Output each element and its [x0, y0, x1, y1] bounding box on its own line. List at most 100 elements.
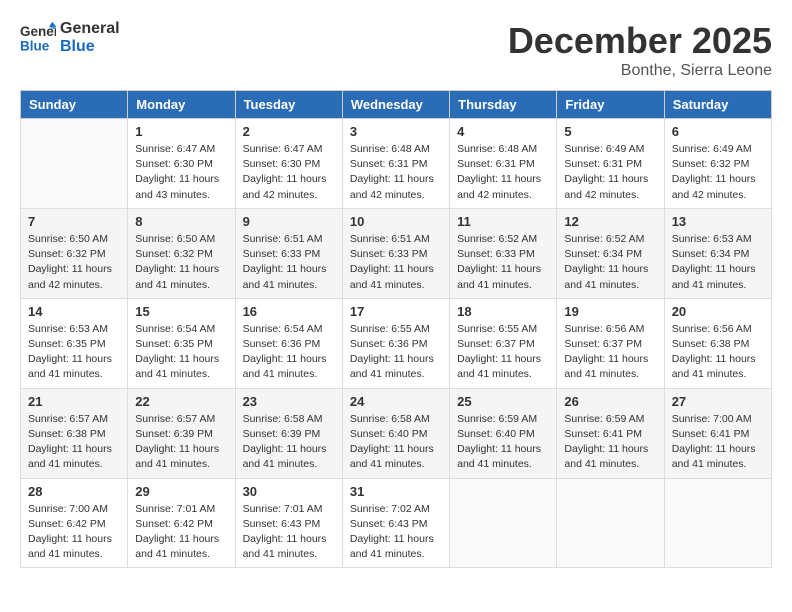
day-info: Sunrise: 6:50 AM Sunset: 6:32 PM Dayligh… — [135, 232, 227, 293]
day-number: 27 — [672, 394, 764, 409]
logo-general: General — [60, 20, 120, 38]
day-number: 14 — [28, 304, 120, 319]
header-saturday: Saturday — [664, 91, 771, 119]
day-info: Sunrise: 7:00 AM Sunset: 6:41 PM Dayligh… — [672, 412, 764, 473]
day-info: Sunrise: 6:54 AM Sunset: 6:35 PM Dayligh… — [135, 322, 227, 383]
calendar-cell: 25 Sunrise: 6:59 AM Sunset: 6:40 PM Dayli… — [450, 388, 557, 478]
day-number: 30 — [243, 484, 335, 499]
calendar-cell: 16Sunrise: 6:54 AM Sunset: 6:36 PM Dayli… — [235, 298, 342, 388]
day-number: 2 — [243, 124, 335, 139]
location: Bonthe, Sierra Leone — [508, 62, 772, 80]
calendar-cell — [21, 119, 128, 209]
calendar-cell: 8 Sunrise: 6:50 AM Sunset: 6:32 PM Daylig… — [128, 208, 235, 298]
day-number: 29 — [135, 484, 227, 499]
calendar-cell: 18 Sunrise: 6:55 AM Sunset: 6:37 PM Dayli… — [450, 298, 557, 388]
day-info: Sunrise: 6:57 AM Sunset: 6:38 PM Dayligh… — [28, 412, 120, 473]
logo-icon: General Blue — [20, 20, 56, 56]
svg-text:Blue: Blue — [20, 39, 50, 54]
header-wednesday: Wednesday — [342, 91, 449, 119]
calendar-week-1: 1 Sunrise: 6:47 AM Sunset: 6:30 PM Daylig… — [21, 119, 772, 209]
calendar-cell: 12 Sunrise: 6:52 AM Sunset: 6:34 PM Dayli… — [557, 208, 664, 298]
calendar-cell: 9 Sunrise: 6:51 AM Sunset: 6:33 PM Daylig… — [235, 208, 342, 298]
calendar-cell: 11Sunrise: 6:52 AM Sunset: 6:33 PM Dayli… — [450, 208, 557, 298]
day-number: 12 — [564, 214, 656, 229]
calendar-cell: 22 Sunrise: 6:57 AM Sunset: 6:39 PM Dayli… — [128, 388, 235, 478]
day-info: Sunrise: 7:01 AM Sunset: 6:43 PM Dayligh… — [243, 502, 335, 563]
day-number: 23 — [243, 394, 335, 409]
day-info: Sunrise: 6:57 AM Sunset: 6:39 PM Dayligh… — [135, 412, 227, 473]
day-number: 6 — [672, 124, 764, 139]
day-number: 22 — [135, 394, 227, 409]
calendar-cell — [450, 478, 557, 568]
day-number: 25 — [457, 394, 549, 409]
calendar-cell: 14 Sunrise: 6:53 AM Sunset: 6:35 PM Dayli… — [21, 298, 128, 388]
day-number: 3 — [350, 124, 442, 139]
calendar-cell: 6 Sunrise: 6:49 AM Sunset: 6:32 PM Daylig… — [664, 119, 771, 209]
calendar-cell: 26 Sunrise: 6:59 AM Sunset: 6:41 PM Dayli… — [557, 388, 664, 478]
calendar-cell: 23Sunrise: 6:58 AM Sunset: 6:39 PM Dayli… — [235, 388, 342, 478]
calendar-cell: 4Sunrise: 6:48 AM Sunset: 6:31 PM Daylig… — [450, 119, 557, 209]
calendar-cell — [557, 478, 664, 568]
day-info: Sunrise: 6:48 AM Sunset: 6:31 PM Dayligh… — [457, 142, 549, 203]
day-number: 31 — [350, 484, 442, 499]
day-info: Sunrise: 6:51 AM Sunset: 6:33 PM Dayligh… — [350, 232, 442, 293]
calendar-cell: 2 Sunrise: 6:47 AM Sunset: 6:30 PM Daylig… — [235, 119, 342, 209]
header-monday: Monday — [128, 91, 235, 119]
day-info: Sunrise: 7:02 AM Sunset: 6:43 PM Dayligh… — [350, 502, 442, 563]
day-info: Sunrise: 6:47 AM Sunset: 6:30 PM Dayligh… — [135, 142, 227, 203]
month-title: December 2025 — [508, 20, 772, 62]
day-info: Sunrise: 6:55 AM Sunset: 6:37 PM Dayligh… — [457, 322, 549, 383]
day-info: Sunrise: 6:53 AM Sunset: 6:35 PM Dayligh… — [28, 322, 120, 383]
header-thursday: Thursday — [450, 91, 557, 119]
day-number: 18 — [457, 304, 549, 319]
day-number: 11 — [457, 214, 549, 229]
calendar-cell: 20Sunrise: 6:56 AM Sunset: 6:38 PM Dayli… — [664, 298, 771, 388]
day-info: Sunrise: 6:52 AM Sunset: 6:34 PM Dayligh… — [564, 232, 656, 293]
calendar-table: SundayMondayTuesdayWednesdayThursdayFrid… — [20, 90, 772, 568]
day-info: Sunrise: 6:53 AM Sunset: 6:34 PM Dayligh… — [672, 232, 764, 293]
calendar-cell: 29 Sunrise: 7:01 AM Sunset: 6:42 PM Dayli… — [128, 478, 235, 568]
day-info: Sunrise: 6:54 AM Sunset: 6:36 PM Dayligh… — [243, 322, 335, 383]
day-info: Sunrise: 6:50 AM Sunset: 6:32 PM Dayligh… — [28, 232, 120, 293]
day-number: 17 — [350, 304, 442, 319]
header-friday: Friday — [557, 91, 664, 119]
day-number: 26 — [564, 394, 656, 409]
header-tuesday: Tuesday — [235, 91, 342, 119]
calendar-cell: 3 Sunrise: 6:48 AM Sunset: 6:31 PM Daylig… — [342, 119, 449, 209]
day-number: 9 — [243, 214, 335, 229]
page-header: General Blue General Blue December 2025 … — [20, 20, 772, 80]
calendar-cell: 19 Sunrise: 6:56 AM Sunset: 6:37 PM Dayli… — [557, 298, 664, 388]
day-number: 21 — [28, 394, 120, 409]
day-number: 5 — [564, 124, 656, 139]
day-number: 7 — [28, 214, 120, 229]
calendar-cell: 10 Sunrise: 6:51 AM Sunset: 6:33 PM Dayli… — [342, 208, 449, 298]
day-info: Sunrise: 6:49 AM Sunset: 6:32 PM Dayligh… — [672, 142, 764, 203]
day-number: 13 — [672, 214, 764, 229]
calendar-week-2: 7 Sunrise: 6:50 AM Sunset: 6:32 PM Daylig… — [21, 208, 772, 298]
day-info: Sunrise: 6:51 AM Sunset: 6:33 PM Dayligh… — [243, 232, 335, 293]
day-number: 20 — [672, 304, 764, 319]
day-number: 8 — [135, 214, 227, 229]
day-info: Sunrise: 6:59 AM Sunset: 6:40 PM Dayligh… — [457, 412, 549, 473]
day-number: 28 — [28, 484, 120, 499]
calendar-week-3: 14 Sunrise: 6:53 AM Sunset: 6:35 PM Dayli… — [21, 298, 772, 388]
day-info: Sunrise: 6:59 AM Sunset: 6:41 PM Dayligh… — [564, 412, 656, 473]
day-number: 24 — [350, 394, 442, 409]
calendar-cell — [664, 478, 771, 568]
day-number: 19 — [564, 304, 656, 319]
day-info: Sunrise: 6:58 AM Sunset: 6:40 PM Dayligh… — [350, 412, 442, 473]
header-sunday: Sunday — [21, 91, 128, 119]
calendar-cell: 24 Sunrise: 6:58 AM Sunset: 6:40 PM Dayli… — [342, 388, 449, 478]
calendar-week-5: 28Sunrise: 7:00 AM Sunset: 6:42 PM Dayli… — [21, 478, 772, 568]
day-info: Sunrise: 7:01 AM Sunset: 6:42 PM Dayligh… — [135, 502, 227, 563]
calendar-cell: 1 Sunrise: 6:47 AM Sunset: 6:30 PM Daylig… — [128, 119, 235, 209]
day-number: 10 — [350, 214, 442, 229]
day-info: Sunrise: 6:56 AM Sunset: 6:37 PM Dayligh… — [564, 322, 656, 383]
day-number: 1 — [135, 124, 227, 139]
calendar-cell: 28Sunrise: 7:00 AM Sunset: 6:42 PM Dayli… — [21, 478, 128, 568]
calendar-cell: 17Sunrise: 6:55 AM Sunset: 6:36 PM Dayli… — [342, 298, 449, 388]
calendar-cell: 31 Sunrise: 7:02 AM Sunset: 6:43 PM Dayli… — [342, 478, 449, 568]
day-info: Sunrise: 6:47 AM Sunset: 6:30 PM Dayligh… — [243, 142, 335, 203]
calendar-week-4: 21 Sunrise: 6:57 AM Sunset: 6:38 PM Dayli… — [21, 388, 772, 478]
day-info: Sunrise: 6:48 AM Sunset: 6:31 PM Dayligh… — [350, 142, 442, 203]
